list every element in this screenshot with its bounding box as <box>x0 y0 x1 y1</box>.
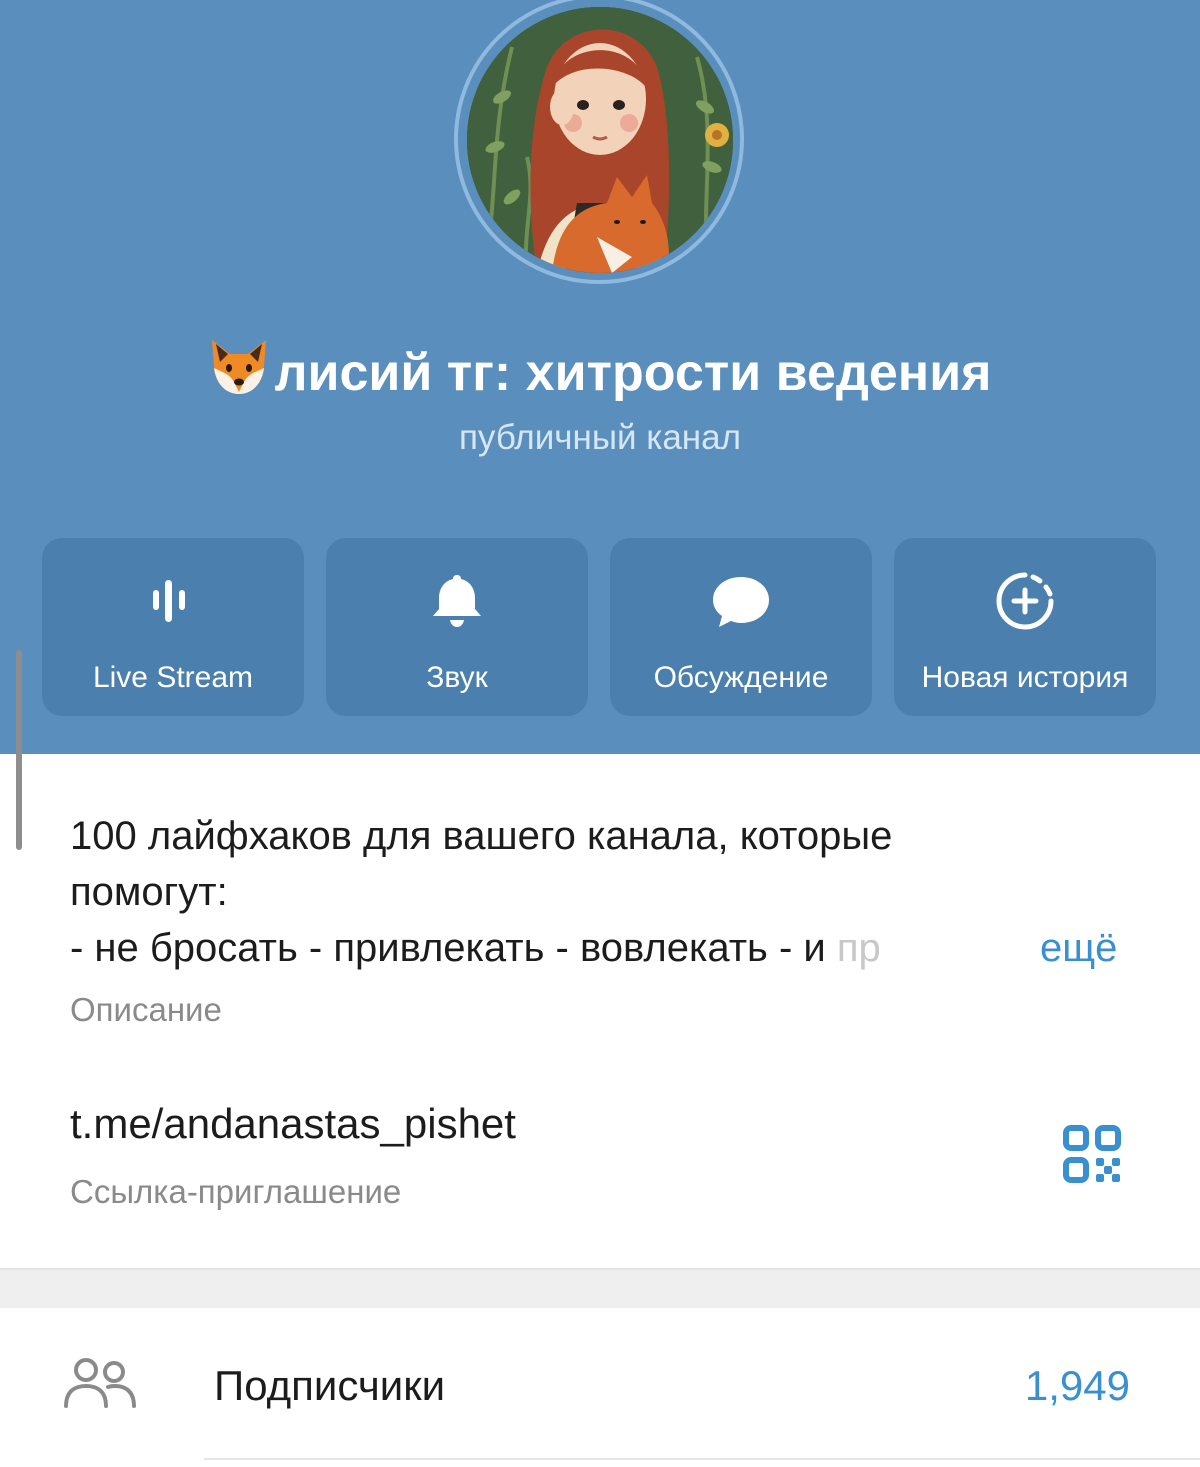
description-fade-text: пр <box>825 926 881 970</box>
discussion-label: Обсуждение <box>653 661 829 694</box>
description-caption: Описание <box>70 991 222 1028</box>
channel-title: лисий тг: хитрости ведения <box>0 336 1200 414</box>
channel-type: публичный канал <box>458 418 742 457</box>
sound-button[interactable]: Звук <box>326 538 588 716</box>
invite-link[interactable]: t.me/andanastas_pishet <box>70 1096 516 1152</box>
people-icon <box>62 1356 138 1415</box>
invite-link-caption: Ссылка-приглашение <box>70 1173 402 1210</box>
subscribers-label: Подписчики <box>214 1362 446 1409</box>
description-line-1: 100 лайфхаков для вашего канала, которые <box>70 814 893 858</box>
new-story-button[interactable]: Новая история <box>894 538 1156 716</box>
bell-icon <box>326 566 588 636</box>
subscribers-row[interactable]: Подписчики 1,949 <box>0 1310 1200 1460</box>
chat-bubble-icon <box>610 566 872 636</box>
channel-title-text: лисий тг: хитрости ведения <box>274 344 992 402</box>
add-story-icon <box>894 566 1156 636</box>
fox-face-icon <box>208 336 270 414</box>
qr-code-icon[interactable] <box>1060 1124 1126 1188</box>
new-story-label: Новая история <box>921 661 1129 694</box>
live-stream-icon <box>42 566 304 636</box>
profile-header: лисий тг: хитрости ведения публичный кан… <box>0 0 1200 754</box>
discussion-button[interactable]: Обсуждение <box>610 538 872 716</box>
subscribers-count: 1,949 <box>1024 1362 1130 1409</box>
scrollbar[interactable] <box>16 650 22 850</box>
live-stream-label: Live Stream <box>92 661 254 694</box>
channel-description[interactable]: 100 лайфхаков для вашего канала, которые… <box>70 808 1140 976</box>
sound-label: Звук <box>426 661 488 694</box>
live-stream-button[interactable]: Live Stream <box>42 538 304 716</box>
row-divider <box>204 1458 1200 1460</box>
description-line-3-text: - не бросать - привлекать - вовлекать - … <box>70 926 826 970</box>
description-line-2: помогут: <box>70 870 228 914</box>
channel-avatar[interactable] <box>467 7 733 273</box>
section-divider <box>0 1268 1200 1308</box>
show-more-link[interactable]: ещё <box>1036 920 1118 976</box>
description-line-3: - не бросать - привлекать - вовлекать - … <box>70 920 1140 976</box>
